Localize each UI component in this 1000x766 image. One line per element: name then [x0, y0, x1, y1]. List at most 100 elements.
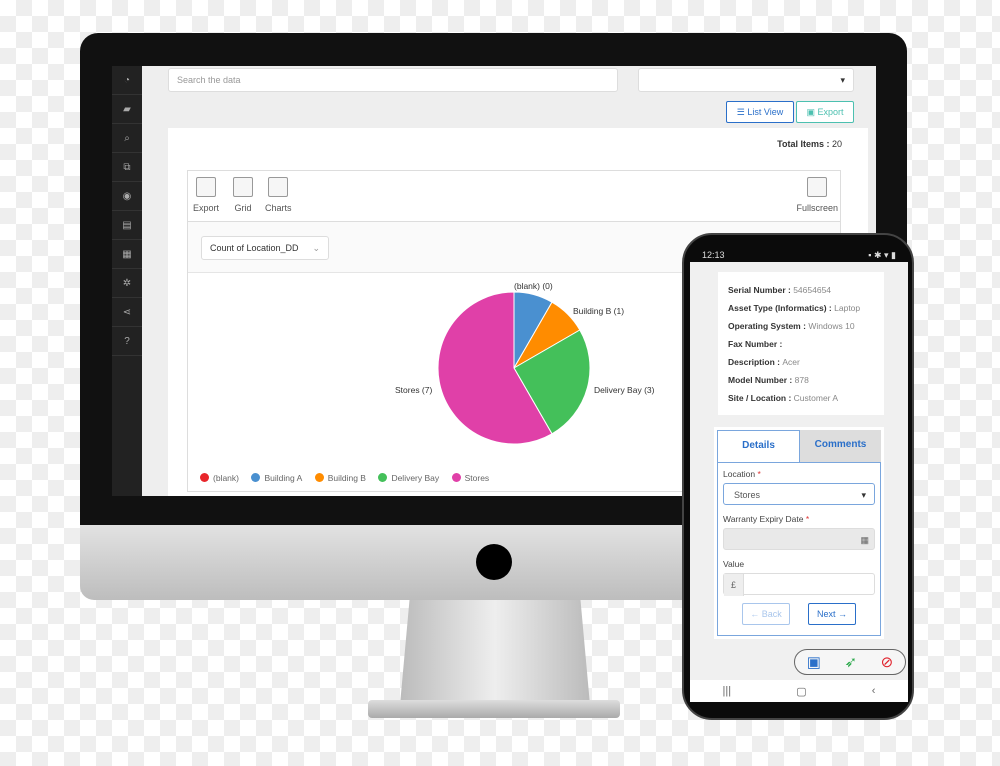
android-nav-bar: ||| ▢ ‹ — [690, 680, 908, 702]
dashboard-icon[interactable]: ◔ — [112, 66, 142, 95]
location-label: Location * — [723, 469, 875, 479]
save-icon[interactable]: ▣ — [807, 653, 821, 671]
document-icon[interactable]: ▤ — [112, 211, 142, 240]
export-tool[interactable]: Export — [193, 177, 219, 213]
export-label: Export — [817, 107, 844, 117]
devices-icon[interactable]: ⧉ — [112, 153, 142, 182]
clock: 12:13 — [702, 250, 725, 260]
form-card: Details Comments Location * Stores ▾ Warr… — [714, 427, 884, 639]
status-icons: ▪ ✱ ▾ ▮ — [868, 250, 896, 260]
info-row: Asset Type (Informatics) : Laptop — [728, 303, 874, 313]
list-view-button[interactable]: ☰ List View — [726, 101, 794, 123]
target-icon[interactable]: ◉ — [112, 182, 142, 211]
charts-tool[interactable]: Charts — [265, 177, 292, 213]
legend-item[interactable]: Delivery Bay — [378, 473, 439, 483]
upload-icon — [196, 177, 216, 197]
details-panel: Location * Stores ▾ Warranty Expiry Date … — [717, 462, 881, 636]
list-icon: ☰ — [736, 107, 748, 117]
info-key: Operating System : — [728, 321, 806, 331]
tab-details[interactable]: Details — [717, 430, 800, 462]
label-building-b: Building B (1) — [573, 306, 625, 316]
location-value: Stores — [734, 490, 761, 500]
tabs: Details Comments — [717, 430, 881, 462]
search-input[interactable]: Search the data — [168, 68, 618, 92]
export-button[interactable]: ▣ Export — [796, 101, 854, 123]
legend-item[interactable]: Stores — [451, 472, 490, 483]
info-key: Asset Type (Informatics) : — [728, 303, 832, 313]
label-delivery-bay: Delivery Bay (3) — [594, 385, 655, 395]
home-icon[interactable]: ▢ — [796, 685, 806, 698]
fullscreen-icon — [807, 177, 828, 197]
info-key: Model Number : — [728, 375, 793, 385]
label-stores: Stores (7) — [395, 385, 433, 395]
action-bar: ▣ ➶ ⊘ — [794, 649, 906, 675]
legend-label: Stores — [464, 472, 490, 483]
legend: (blank) Building A Building B Delivery B… — [200, 469, 497, 487]
info-key: Serial Number : — [728, 285, 791, 295]
fullscreen-label: Fullscreen — [796, 203, 838, 213]
legend-dot — [451, 473, 461, 482]
monitor-foot — [368, 700, 620, 718]
legend-item[interactable]: Building A — [251, 473, 302, 483]
gear-icon[interactable]: ✲ — [112, 269, 142, 298]
legend-label: Building A — [264, 472, 303, 483]
currency-addon: £ — [724, 574, 744, 596]
info-row: Fax Number : — [728, 339, 874, 349]
total-value: 20 — [831, 139, 842, 149]
legend-item[interactable]: (blank) — [200, 473, 239, 483]
sidebar: ◔ ▰ ⌕ ⧉ ◉ ▤ ▦ ✲ ⋖ ? — [112, 66, 142, 496]
back-button[interactable]: ← Back — [742, 603, 790, 625]
value-input[interactable]: £ — [723, 573, 875, 596]
share-icon[interactable]: ⋖ — [112, 298, 142, 327]
value-label: Value — [723, 559, 745, 569]
measure-select[interactable]: Count of Location_DD ⌄ — [201, 236, 329, 260]
calendar-icon[interactable]: ▦ — [112, 240, 142, 269]
info-row: Model Number : 878 — [728, 375, 874, 385]
info-key: Site / Location : — [728, 393, 792, 403]
calendar-icon[interactable]: ▦ — [860, 535, 869, 545]
status-bar: 12:13 ▪ ✱ ▾ ▮ — [690, 248, 908, 262]
cancel-icon[interactable]: ⊘ — [881, 653, 894, 671]
charts-tool-label: Charts — [265, 203, 292, 213]
measure-label: Count of Location_DD — [210, 243, 299, 253]
filter-select[interactable]: ▾ — [638, 68, 854, 92]
info-key: Fax Number : — [728, 339, 783, 349]
location-select[interactable]: Stores ▾ — [723, 483, 875, 505]
recent-apps-icon[interactable]: ||| — [723, 685, 732, 697]
rocket-icon[interactable]: ➶ — [845, 653, 858, 671]
info-row: Description : Acer — [728, 357, 874, 367]
phone-screen: Serial Number : 54654654 Asset Type (Info… — [690, 262, 908, 702]
chevron-down-icon: ▾ — [861, 490, 866, 500]
chevron-down-icon: ▾ — [840, 75, 845, 85]
search-icon[interactable]: ⌕ — [112, 124, 142, 153]
info-value: 878 — [794, 375, 809, 385]
back-icon[interactable]: ‹ — [872, 685, 876, 697]
monitor-logo — [476, 544, 512, 580]
legend-dot — [378, 473, 388, 482]
info-value: Acer — [782, 357, 800, 367]
legend-label: Delivery Bay — [391, 472, 440, 483]
next-button[interactable]: Next → — [808, 603, 856, 625]
help-icon[interactable]: ? — [112, 327, 142, 356]
info-row: Operating System : Windows 10 — [728, 321, 874, 331]
label-blank: (blank) (0) — [514, 281, 553, 291]
monitor-stand — [400, 600, 590, 705]
search-placeholder: Search the data — [177, 75, 241, 85]
info-value: Laptop — [834, 303, 861, 313]
legend-dot — [314, 473, 324, 482]
export-tool-label: Export — [193, 203, 220, 213]
fullscreen-tool[interactable]: Fullscreen — [796, 177, 838, 213]
info-row: Serial Number : 54654654 — [728, 285, 874, 295]
grid-tool[interactable]: Grid — [233, 177, 253, 213]
legend-dot — [251, 473, 261, 482]
total-items: Total Items : 20 — [777, 139, 842, 149]
info-value: 54654654 — [793, 285, 832, 295]
bar-chart-icon — [268, 177, 289, 197]
legend-item[interactable]: Building B — [314, 473, 366, 483]
warranty-date-input[interactable]: ▦ — [723, 528, 875, 550]
total-label: Total Items : — [777, 139, 830, 149]
location-label-text: Location — [723, 469, 756, 479]
book-icon[interactable]: ▰ — [112, 95, 142, 124]
tab-comments[interactable]: Comments — [800, 430, 881, 462]
legend-dot — [200, 473, 209, 482]
